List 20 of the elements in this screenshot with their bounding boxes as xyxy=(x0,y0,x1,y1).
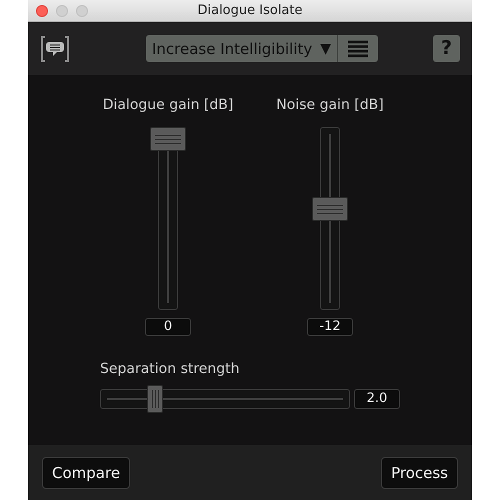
slider-track[interactable] xyxy=(100,385,350,413)
compare-button[interactable]: Compare xyxy=(42,456,130,488)
minimize-button[interactable] xyxy=(56,4,68,16)
slider-label: Separation strength xyxy=(100,361,240,379)
value-field[interactable]: 0 xyxy=(145,318,191,336)
slider-track[interactable] xyxy=(149,127,187,310)
slider-label: Dialogue gain [dB] xyxy=(102,97,234,115)
slider-thumb[interactable] xyxy=(312,197,348,222)
menu-icon xyxy=(348,40,368,58)
speech-bubble-icon[interactable] xyxy=(40,34,70,64)
zoom-button[interactable] xyxy=(76,4,88,16)
value-field[interactable]: 2.0 xyxy=(354,389,400,409)
slider-label: Noise gain [dB] xyxy=(276,97,384,115)
slider-thumb[interactable] xyxy=(147,385,163,413)
slider-track[interactable] xyxy=(311,127,349,310)
process-button[interactable]: Process xyxy=(381,456,458,488)
window-title: Dialogue Isolate xyxy=(197,3,302,18)
value-field[interactable]: -12 xyxy=(307,318,353,336)
close-button[interactable] xyxy=(36,4,48,16)
slider-thumb[interactable] xyxy=(150,127,186,151)
